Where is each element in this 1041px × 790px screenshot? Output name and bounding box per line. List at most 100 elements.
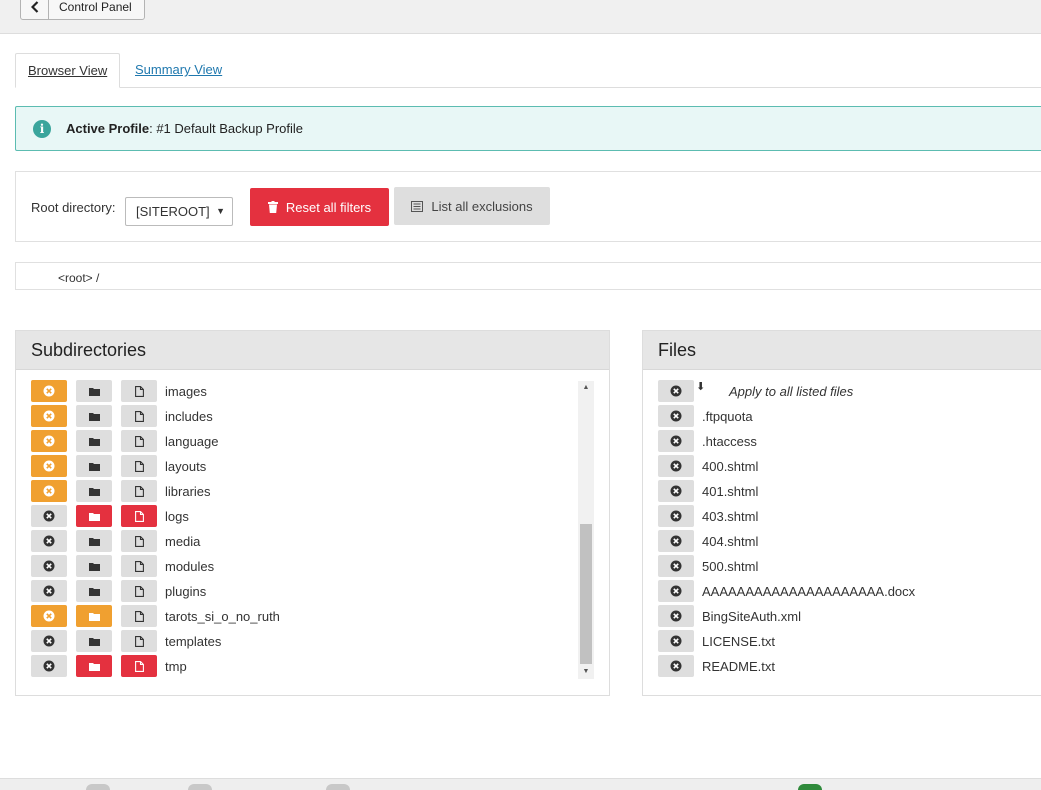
root-directory-label: Root directory: xyxy=(31,200,116,215)
skip-files-button[interactable] xyxy=(121,430,157,452)
breadcrumb-path[interactable]: <root> / xyxy=(58,271,99,285)
file-name[interactable]: 401.shtml xyxy=(702,484,758,499)
root-directory-select[interactable]: [SITEROOT] ▼ xyxy=(125,197,233,226)
file-name[interactable]: 403.shtml xyxy=(702,509,758,524)
tab-summary-view[interactable]: Summary View xyxy=(123,53,234,88)
exclude-directory-button[interactable] xyxy=(31,630,67,652)
exclude-file-button[interactable] xyxy=(658,430,694,452)
exclude-file-button[interactable] xyxy=(658,455,694,477)
file-name[interactable]: 500.shtml xyxy=(702,559,758,574)
exclude-file-button[interactable] xyxy=(658,605,694,627)
skip-subdirectories-button[interactable] xyxy=(76,630,112,652)
skip-subdirectories-button[interactable] xyxy=(76,530,112,552)
file-name[interactable]: .ftpquota xyxy=(702,409,753,424)
x-circle-icon xyxy=(670,610,682,622)
exclude-directory-button[interactable] xyxy=(31,580,67,602)
x-circle-icon xyxy=(43,560,55,572)
subdirectory-row: layouts xyxy=(31,455,206,477)
file-name[interactable]: 404.shtml xyxy=(702,534,758,549)
folder-icon xyxy=(88,512,100,521)
file-name[interactable]: README.txt xyxy=(702,659,775,674)
subdirectory-name[interactable]: plugins xyxy=(165,584,206,599)
skip-files-button[interactable] xyxy=(121,555,157,577)
skip-subdirectories-button[interactable] xyxy=(76,480,112,502)
subdirectory-name[interactable]: layouts xyxy=(165,459,206,474)
subdirectory-name[interactable]: modules xyxy=(165,559,214,574)
file-name[interactable]: 400.shtml xyxy=(702,459,758,474)
exclude-file-button[interactable] xyxy=(658,555,694,577)
skip-subdirectories-button[interactable] xyxy=(76,580,112,602)
subdirectory-name[interactable]: templates xyxy=(165,634,221,649)
exclude-directory-button[interactable] xyxy=(31,505,67,527)
skip-subdirectories-button[interactable] xyxy=(76,555,112,577)
file-name[interactable]: LICENSE.txt xyxy=(702,634,775,649)
file-row: 500.shtml xyxy=(658,555,758,577)
apply-to-all-row: ⬇ Apply to all listed files xyxy=(658,380,853,402)
file-name[interactable]: AAAAAAAAAAAAAAAAAAAAA.docx xyxy=(702,584,915,599)
exclude-directory-button[interactable] xyxy=(31,530,67,552)
exclude-directory-button[interactable] xyxy=(31,380,67,402)
subdirectory-name[interactable]: language xyxy=(165,434,219,449)
scroll-up-icon[interactable]: ▲ xyxy=(578,381,594,395)
tab-browser-view[interactable]: Browser View xyxy=(15,53,121,88)
file-icon xyxy=(134,410,144,422)
subdirectories-scrollbar[interactable]: ▲ ▼ xyxy=(578,381,594,679)
exclude-directory-button[interactable] xyxy=(31,430,67,452)
skip-files-button[interactable] xyxy=(121,480,157,502)
subdirectory-name[interactable]: tmp xyxy=(165,659,187,674)
file-row: 403.shtml xyxy=(658,505,758,527)
list-all-exclusions-button[interactable]: List all exclusions xyxy=(394,187,550,225)
exclude-file-button[interactable] xyxy=(658,405,694,427)
skip-subdirectories-button[interactable] xyxy=(76,655,112,677)
x-circle-icon xyxy=(43,460,55,472)
exclude-directory-button[interactable] xyxy=(31,655,67,677)
exclude-all-files-button[interactable] xyxy=(658,380,694,402)
x-circle-icon xyxy=(43,435,55,447)
file-name[interactable]: .htaccess xyxy=(702,434,757,449)
skip-files-button[interactable] xyxy=(121,605,157,627)
exclude-directory-button[interactable] xyxy=(31,605,67,627)
skip-subdirectories-button[interactable] xyxy=(76,380,112,402)
skip-files-button[interactable] xyxy=(121,655,157,677)
subdirectory-name[interactable]: media xyxy=(165,534,200,549)
subdirectory-name[interactable]: includes xyxy=(165,409,213,424)
skip-files-button[interactable] xyxy=(121,380,157,402)
skip-files-button[interactable] xyxy=(121,530,157,552)
skip-subdirectories-button[interactable] xyxy=(76,455,112,477)
subdirectory-name[interactable]: logs xyxy=(165,509,189,524)
exclude-file-button[interactable] xyxy=(658,580,694,602)
scroll-down-icon[interactable]: ▼ xyxy=(578,665,594,679)
exclude-file-button[interactable] xyxy=(658,530,694,552)
x-circle-icon xyxy=(670,460,682,472)
skip-subdirectories-button[interactable] xyxy=(76,505,112,527)
folder-icon xyxy=(88,587,100,596)
subdirectory-name[interactable]: libraries xyxy=(165,484,211,499)
exclude-directory-button[interactable] xyxy=(31,455,67,477)
skip-subdirectories-button[interactable] xyxy=(76,405,112,427)
exclude-directory-button[interactable] xyxy=(31,405,67,427)
skip-subdirectories-button[interactable] xyxy=(76,430,112,452)
subdirectory-row: images xyxy=(31,380,207,402)
subdirectory-name[interactable]: images xyxy=(165,384,207,399)
exclude-file-button[interactable] xyxy=(658,505,694,527)
exclude-file-button[interactable] xyxy=(658,480,694,502)
skip-subdirectories-button[interactable] xyxy=(76,605,112,627)
skip-files-button[interactable] xyxy=(121,630,157,652)
skip-files-button[interactable] xyxy=(121,505,157,527)
reset-all-filters-button[interactable]: Reset all filters xyxy=(250,188,389,226)
skip-files-button[interactable] xyxy=(121,455,157,477)
exclude-file-button[interactable] xyxy=(658,655,694,677)
skip-files-button[interactable] xyxy=(121,580,157,602)
file-name[interactable]: BingSiteAuth.xml xyxy=(702,609,801,624)
control-panel-button[interactable]: Control Panel xyxy=(20,0,145,20)
exclude-file-button[interactable] xyxy=(658,630,694,652)
folder-icon xyxy=(88,662,100,671)
exclude-directory-button[interactable] xyxy=(31,555,67,577)
subdirectory-name[interactable]: tarots_si_o_no_ruth xyxy=(165,609,280,624)
scroll-thumb[interactable] xyxy=(580,524,592,664)
file-icon xyxy=(134,385,144,397)
exclude-directory-button[interactable] xyxy=(31,480,67,502)
x-circle-icon xyxy=(43,585,55,597)
file-icon xyxy=(134,585,144,597)
skip-files-button[interactable] xyxy=(121,405,157,427)
